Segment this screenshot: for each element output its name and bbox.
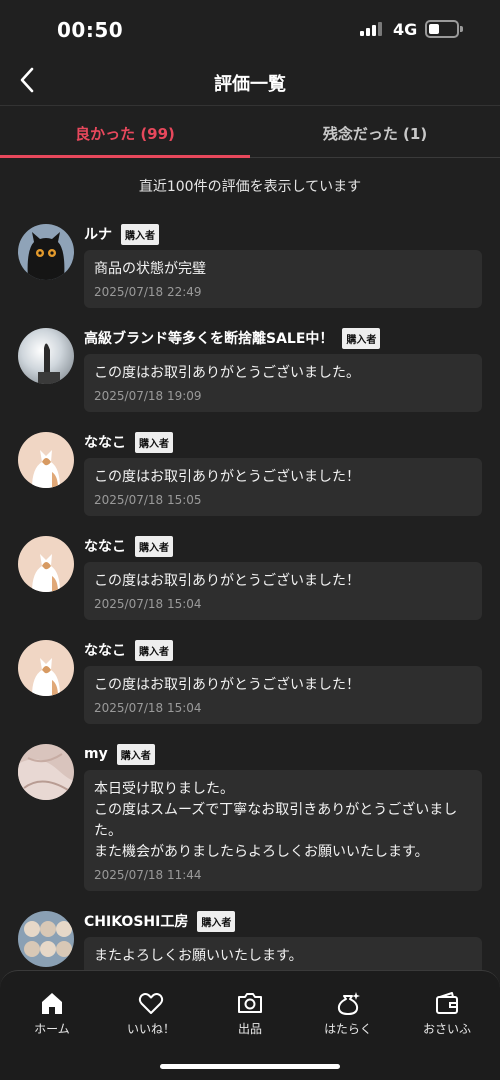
avatar[interactable] (18, 911, 74, 967)
review-comment: この度はお取引ありがとうございました！ (94, 573, 360, 589)
wallet-icon (436, 992, 458, 1014)
home-icon (42, 993, 62, 1014)
heart-icon (138, 992, 164, 1014)
camera-icon (238, 993, 262, 1013)
review-item: ななこ 購入者 この度はお取引ありがとうございました！ 2025/07/18 1… (0, 430, 500, 516)
buyer-badge: 購入者 (135, 431, 173, 453)
avatar[interactable] (18, 328, 74, 384)
status-time: 00:50 (57, 18, 124, 42)
nav-label: はたらく (324, 1022, 372, 1036)
review-comment: この度はお取引ありがとうございました！ (94, 469, 360, 485)
review-date: 2025/07/18 15:04 (94, 597, 202, 611)
nav-sell[interactable]: 出品 (205, 989, 295, 1037)
review-bubble: この度はお取引ありがとうございました！ 2025/07/18 15:04 (84, 666, 482, 724)
nav-likes[interactable]: いいね！ (106, 989, 196, 1037)
review-date: 2025/07/18 19:09 (94, 389, 202, 403)
nav-label: 出品 (237, 1022, 262, 1036)
nav-label: おさいふ (422, 1022, 471, 1036)
tab-bar: 良かった (99) 残念だった (1) (0, 107, 500, 158)
battery-icon (425, 20, 463, 38)
avatar[interactable] (18, 640, 74, 696)
avatar[interactable] (18, 536, 74, 592)
buyer-badge: 購入者 (197, 910, 236, 932)
review-list[interactable]: ルナ 購入者 商品の状態が完璧 2025/07/18 22:49 高級ブランド等… (0, 222, 500, 972)
tab-bad[interactable]: 残念だった (1) (250, 107, 500, 157)
avatar[interactable] (18, 432, 74, 488)
reviewer-name[interactable]: ななこ (84, 432, 126, 452)
status-bar: 00:50 4G (0, 0, 500, 56)
buyer-badge: 購入者 (135, 639, 173, 661)
review-item: ななこ 購入者 この度はお取引ありがとうございました！ 2025/07/18 1… (0, 638, 500, 724)
home-indicator[interactable] (160, 1064, 340, 1069)
buyer-badge: 購入者 (121, 223, 159, 245)
reviewer-name[interactable]: ななこ (84, 640, 126, 660)
nav-wallet[interactable]: おさいふ (402, 989, 492, 1037)
review-comment: この度はお取引ありがとうございました。 (94, 365, 360, 381)
review-bubble: 商品の状態が完璧 2025/07/18 22:49 (84, 250, 482, 308)
network-type: 4G (393, 20, 418, 39)
nav-work[interactable]: はたらく (303, 989, 393, 1037)
reviewer-name[interactable]: CHIKOSHI工房 (84, 911, 188, 931)
review-bubble: この度はお取引ありがとうございました。 2025/07/18 19:09 (84, 354, 482, 412)
review-item: ルナ 購入者 商品の状態が完璧 2025/07/18 22:49 (0, 222, 500, 308)
reviewer-name[interactable]: ななこ (84, 536, 126, 556)
tab-good[interactable]: 良かった (99) (0, 107, 250, 158)
review-item: my 購入者 本日受け取りました。 この度はスムーズで丁寧なお取引きありがとうご… (0, 742, 500, 891)
review-bubble: 本日受け取りました。 この度はスムーズで丁寧なお取引きありがとうございました。 … (84, 770, 482, 891)
review-comment: この度はお取引ありがとうございました！ (94, 677, 360, 693)
page-title: 評価一覧 (214, 74, 286, 95)
reviewer-name[interactable]: 高級ブランド等多くを断捨離SALE中！ (84, 328, 333, 348)
buyer-badge: 購入者 (116, 743, 155, 765)
nav-home[interactable]: ホーム (7, 989, 97, 1037)
cellular-signal-icon (360, 22, 382, 36)
reviewer-name[interactable]: ルナ (84, 224, 112, 244)
black-cat-avatar-image (18, 224, 74, 280)
cat-illustration-avatar-image (18, 536, 74, 592)
reviewer-name[interactable]: my (84, 746, 108, 762)
review-bubble: この度はお取引ありがとうございました！ 2025/07/18 15:04 (84, 562, 482, 620)
avatar[interactable] (18, 744, 74, 800)
cat-illustration-avatar-image (18, 640, 74, 696)
header: 評価一覧 (0, 56, 500, 106)
review-date: 2025/07/18 11:44 (94, 868, 202, 882)
screen: 00:50 4G 評価一覧 良かった (99) 残念だった (1) 直近100件… (0, 0, 500, 1080)
review-comment: 商品の状態が完璧 (94, 261, 206, 277)
review-date: 2025/07/18 22:49 (94, 285, 202, 299)
review-item: 高級ブランド等多くを断捨離SALE中！ 購入者 この度はお取引ありがとうございま… (0, 326, 500, 412)
buyer-badge: 購入者 (135, 535, 173, 557)
dolls-avatar-image (18, 911, 74, 967)
review-item: CHIKOSHI工房 購入者 またよろしくお願いいたします。 (0, 909, 500, 972)
money-bag-icon (337, 992, 360, 1015)
nav-label: いいね！ (126, 1022, 175, 1036)
review-bubble: この度はお取引ありがとうございました！ 2025/07/18 15:05 (84, 458, 482, 516)
review-date: 2025/07/18 15:04 (94, 701, 202, 715)
review-comment: 本日受け取りました。 この度はスムーズで丁寧なお取引きありがとうございました。 … (94, 781, 458, 860)
tower-sunset-avatar-image (18, 328, 74, 384)
notice-text: 直近100件の評価を表示しています (138, 179, 362, 195)
fabric-avatar-image (18, 744, 74, 800)
review-comment: またよろしくお願いいたします。 (94, 948, 303, 964)
review-date: 2025/07/18 15:05 (94, 493, 202, 507)
buyer-badge: 購入者 (342, 327, 381, 349)
avatar[interactable] (18, 224, 74, 280)
review-bubble: またよろしくお願いいたします。 (84, 937, 482, 972)
cat-illustration-avatar-image (18, 432, 74, 488)
nav-label: ホーム (34, 1022, 70, 1036)
review-item: ななこ 購入者 この度はお取引ありがとうございました！ 2025/07/18 1… (0, 534, 500, 620)
